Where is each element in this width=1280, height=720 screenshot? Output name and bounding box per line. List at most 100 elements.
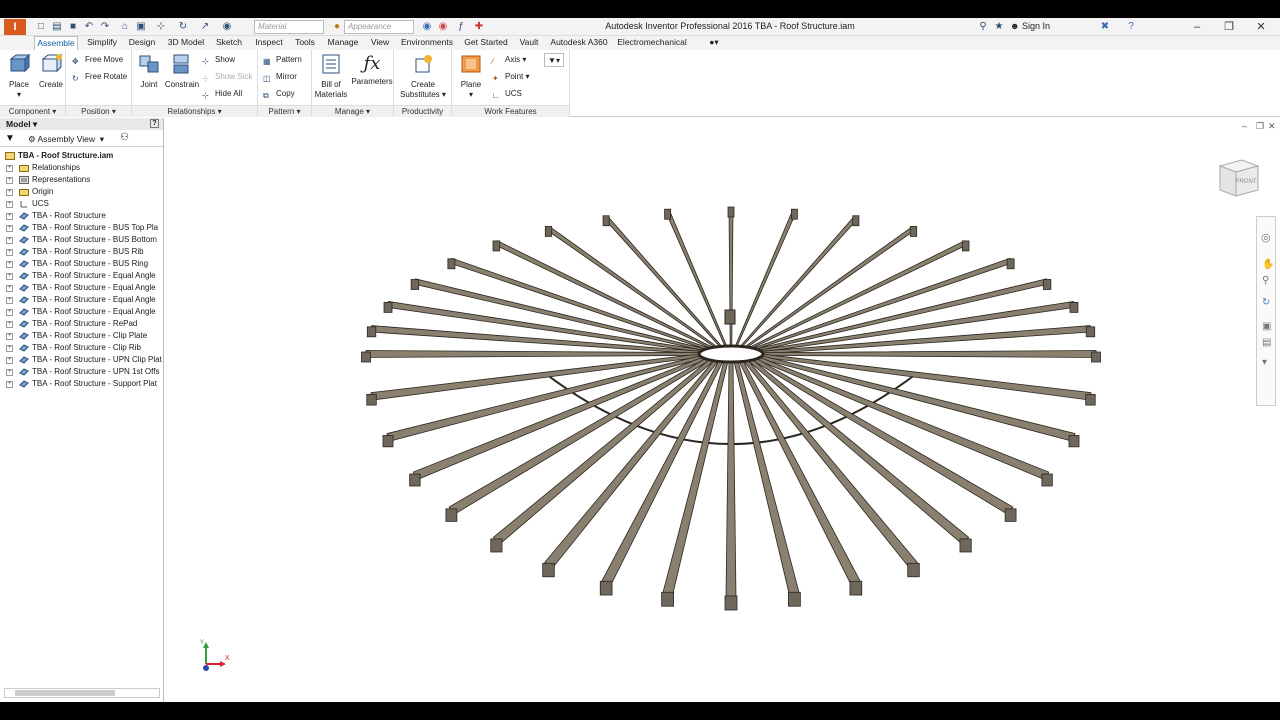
return-icon[interactable]: ▣ (134, 20, 148, 34)
support-plate[interactable] (1069, 302, 1079, 313)
restore-button[interactable]: ❐ (1214, 19, 1244, 35)
support-plate[interactable] (1041, 473, 1053, 487)
support-plate[interactable] (409, 473, 421, 487)
support-plate[interactable] (490, 538, 503, 553)
browser-horizontal-scrollbar[interactable] (4, 688, 160, 698)
point-button[interactable]: ✦ Point ▾ (492, 70, 529, 84)
tree-node[interactable]: + TBA - Roof Structure - Equal Angle (0, 282, 163, 294)
support-plate[interactable] (492, 240, 501, 252)
roof-rib[interactable] (760, 350, 1097, 358)
open-icon[interactable]: ▤ (50, 20, 64, 34)
graphics-viewport[interactable]: – ❐ ✕ FRONT ◎ ✋ ⚲ ↻ ▣ ▤ ▾ X Y (166, 118, 1280, 702)
material-combo[interactable]: Material (254, 20, 324, 34)
support-plate[interactable] (382, 435, 394, 448)
ucs-button[interactable]: ∟ UCS (492, 87, 522, 101)
tab-autodesk-a360[interactable]: Autodesk A360 (548, 36, 610, 50)
ribbon-options-icon[interactable]: ●▾ (704, 36, 724, 50)
tab-vault[interactable]: Vault (516, 36, 542, 50)
panel-label-component[interactable]: Component ▾ (0, 105, 65, 117)
look-at-icon[interactable]: ▣ (1262, 321, 1271, 332)
support-plate[interactable] (724, 595, 738, 611)
expand-icon[interactable]: + (6, 345, 13, 352)
measure-icon[interactable]: ⊹ (154, 20, 168, 34)
support-plate[interactable] (445, 508, 458, 522)
expand-icon[interactable]: + (6, 261, 13, 268)
help-icon[interactable]: ? (1124, 20, 1138, 34)
navbar-options-icon[interactable]: ▾ (1262, 357, 1267, 368)
support-plate[interactable] (727, 206, 735, 218)
appearance-combo[interactable]: Appearance (344, 20, 414, 34)
tab-get-started[interactable]: Get Started (462, 36, 510, 50)
tab-inspect[interactable]: Inspect (252, 36, 286, 50)
roof-rib[interactable] (734, 209, 797, 347)
tree-node[interactable]: + UCS (0, 198, 163, 210)
expand-icon[interactable]: + (6, 213, 13, 220)
mirror-button[interactable]: ◫ Mirror (263, 70, 297, 84)
tab-sketch[interactable]: Sketch (212, 36, 246, 50)
support-plate[interactable] (1006, 258, 1015, 270)
support-plate[interactable] (907, 562, 920, 578)
expand-icon[interactable]: + (6, 273, 13, 280)
support-plate[interactable] (788, 591, 801, 607)
expand-icon[interactable]: + (6, 357, 13, 364)
tree-node[interactable]: + Relationships (0, 162, 163, 174)
joint-button[interactable]: Joint (132, 53, 166, 90)
viewcube[interactable]: FRONT (1216, 154, 1260, 198)
central-hub-ring[interactable] (697, 344, 765, 364)
panel-label-manage[interactable]: Manage ▾ (312, 105, 393, 117)
panel-dropdown-button[interactable]: ▼▾ (544, 53, 564, 67)
view-face-icon[interactable]: ▤ (1262, 337, 1271, 348)
expand-icon[interactable]: + (6, 237, 13, 244)
scrollbar-thumb[interactable] (15, 690, 115, 696)
expand-icon[interactable]: + (6, 381, 13, 388)
support-plate[interactable] (1004, 508, 1017, 522)
roof-rib[interactable] (665, 209, 728, 347)
tree-node[interactable]: + TBA - Roof Structure - Clip Rib (0, 342, 163, 354)
support-plate[interactable] (599, 580, 613, 596)
top-plate[interactable] (724, 309, 736, 325)
support-plate[interactable] (1091, 351, 1101, 363)
expand-icon[interactable]: + (6, 225, 13, 232)
support-plate[interactable] (790, 208, 798, 220)
adjust-icon[interactable]: ◉ (436, 20, 450, 34)
redo-icon[interactable]: ↷ (98, 20, 112, 34)
tree-node[interactable]: + TBA - Roof Structure (0, 210, 163, 222)
tab-manage[interactable]: Manage (324, 36, 362, 50)
roof-structure-model[interactable] (166, 118, 1280, 702)
tab-assemble[interactable]: Assemble (34, 36, 78, 50)
tab-simplify[interactable]: Simplify (82, 36, 122, 50)
assembly-view-dropdown[interactable]: ⚙ Assembly View ▾ (28, 134, 104, 145)
tree-node[interactable]: + TBA - Roof Structure - RePad (0, 318, 163, 330)
tab-tools[interactable]: Tools (292, 36, 318, 50)
roof-rib[interactable] (748, 358, 970, 546)
support-plate[interactable] (909, 226, 918, 237)
tree-node[interactable]: + TBA - Roof Structure - Equal Angle (0, 294, 163, 306)
browser-help-icon[interactable]: ? (150, 119, 159, 128)
clear-override-icon[interactable]: ◉ (420, 20, 434, 34)
expand-icon[interactable]: + (6, 333, 13, 340)
plane-button[interactable]: Plane ▾ (454, 53, 488, 100)
support-plate[interactable] (1042, 279, 1052, 290)
add-icon[interactable]: ✚ (472, 20, 486, 34)
support-plate[interactable] (664, 208, 672, 220)
expand-icon[interactable]: + (6, 321, 13, 328)
expand-icon[interactable]: + (6, 297, 13, 304)
panel-label-pattern[interactable]: Pattern ▾ (258, 105, 311, 117)
update-icon[interactable]: ↻ (176, 20, 190, 34)
tree-node[interactable]: + TBA - Roof Structure - BUS Ring (0, 258, 163, 270)
support-plate[interactable] (366, 393, 377, 406)
support-plate[interactable] (542, 562, 555, 578)
parameters-button[interactable]: ƒx Parameters (350, 53, 394, 87)
create-substitutes-button[interactable]: Create Substitutes ▾ (400, 53, 446, 100)
free-move-button[interactable]: ✥ Free Move (72, 53, 123, 67)
place-button[interactable]: Place ▾ (2, 53, 36, 100)
roof-rib[interactable] (758, 300, 1075, 353)
favorites-icon[interactable]: ★ (992, 20, 1006, 34)
tab-environments[interactable]: Environments (398, 36, 456, 50)
new-icon[interactable]: □ (34, 20, 48, 34)
show-button[interactable]: ⊹ Show (202, 53, 235, 67)
support-plate[interactable] (852, 215, 860, 227)
tab-view[interactable]: View (368, 36, 392, 50)
fx-icon[interactable]: ƒ (454, 20, 468, 34)
browser-header[interactable]: Model ▾? (0, 118, 163, 130)
